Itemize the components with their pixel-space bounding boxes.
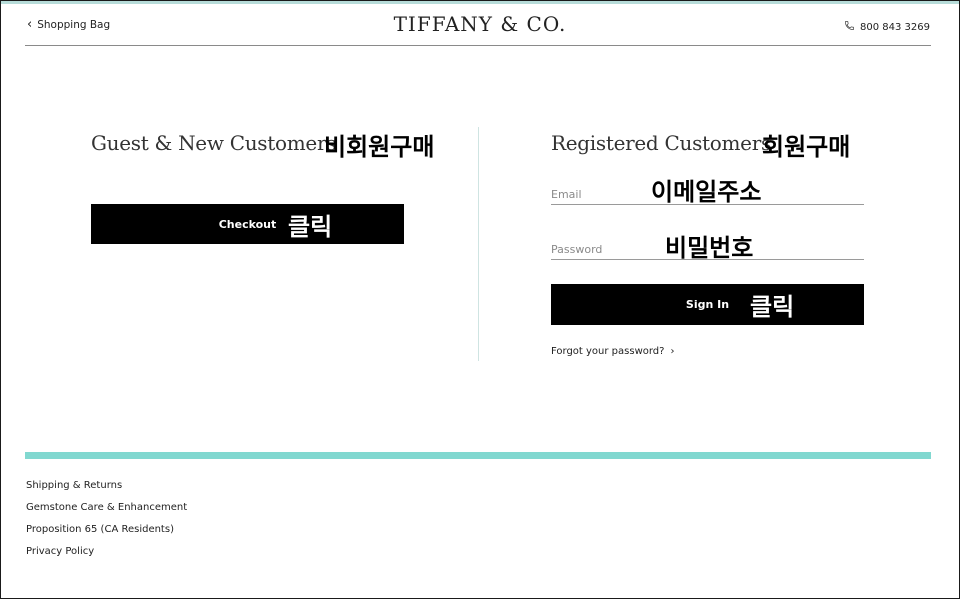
- phone-contact[interactable]: 800 843 3269: [844, 20, 930, 34]
- phone-icon: [844, 20, 855, 34]
- sign-in-annotation: 클릭: [750, 293, 795, 321]
- footer-links: Shipping & Returns Gemstone Care & Enhan…: [26, 480, 187, 568]
- footer-link-shipping[interactable]: Shipping & Returns: [26, 480, 187, 502]
- sign-in-button-label: Sign In: [685, 298, 730, 311]
- sign-in-button[interactable]: Sign In 클릭: [551, 284, 864, 325]
- forgot-password-label: Forgot your password?: [551, 346, 665, 357]
- footer-link-proposition-65[interactable]: Proposition 65 (CA Residents): [26, 524, 187, 546]
- forgot-password-link[interactable]: Forgot your password? ›: [551, 346, 674, 357]
- header-divider: [25, 45, 931, 46]
- column-divider: [478, 127, 479, 361]
- footer-accent-bar: [25, 452, 931, 459]
- password-annotation: 비밀번호: [665, 234, 754, 262]
- footer-link-gemstone-care[interactable]: Gemstone Care & Enhancement: [26, 502, 187, 524]
- footer-link-privacy[interactable]: Privacy Policy: [26, 546, 187, 568]
- phone-number: 800 843 3269: [860, 21, 930, 33]
- guest-title-annotation: 비회원구매: [324, 133, 435, 161]
- registered-section-title: Registered Customers: [551, 131, 771, 155]
- chevron-right-icon: ›: [670, 346, 675, 357]
- checkout-annotation: 클릭: [288, 213, 333, 241]
- checkout-button-label: Checkout: [218, 217, 277, 231]
- checkout-button[interactable]: Checkout 클릭: [91, 204, 404, 244]
- registered-title-annotation: 회원구매: [762, 133, 851, 161]
- guest-section-title: Guest & New Customers: [91, 131, 337, 155]
- email-annotation: 이메일주소: [651, 178, 762, 206]
- brand-logo[interactable]: TIFFANY & CO.: [0, 12, 960, 36]
- top-accent-bar: [1, 1, 959, 4]
